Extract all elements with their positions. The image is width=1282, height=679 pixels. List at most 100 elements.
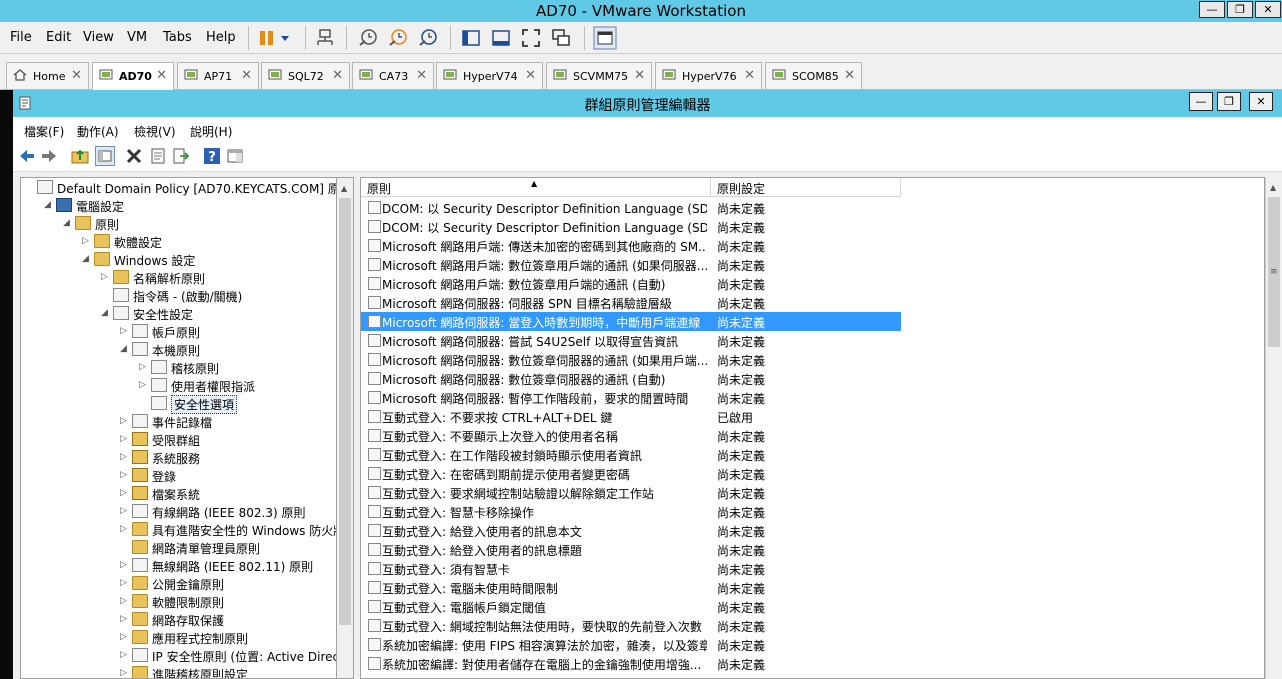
- menu-file[interactable]: File: [10, 30, 32, 45]
- sidebar-toggle-icon[interactable]: [460, 27, 482, 49]
- library-view-icon[interactable]: [593, 26, 617, 50]
- collapse-arrow-icon[interactable]: ◢: [44, 200, 54, 210]
- policy-row[interactable]: 互動式登入: 電腦未使用時間限制 尚未定義: [361, 578, 901, 597]
- tab-close-icon[interactable]: ✕: [634, 68, 645, 83]
- tab-hyperv76[interactable]: HyperV76 ✕: [655, 62, 762, 89]
- policy-row[interactable]: Microsoft 網路伺服器: 暫停工作階段前，要求的閒置時間 尚未定義: [361, 388, 901, 407]
- delete-icon[interactable]: [125, 147, 143, 165]
- forward-icon[interactable]: [40, 147, 58, 165]
- list-scrollbar-thumb[interactable]: ≡: [1268, 197, 1280, 347]
- collapse-arrow-icon[interactable]: ◢: [120, 344, 130, 354]
- properties-icon[interactable]: [149, 147, 167, 165]
- menu-tabs[interactable]: Tabs: [163, 30, 192, 45]
- network-icon[interactable]: [314, 27, 336, 49]
- expand-arrow-icon[interactable]: ▷: [120, 506, 130, 516]
- gp-menu-action[interactable]: 動作(A): [77, 123, 119, 140]
- expand-arrow-icon[interactable]: ▷: [120, 488, 130, 498]
- policy-row[interactable]: 互動式登入: 要求網域控制站驗證以解除鎖定工作站 尚未定義: [361, 483, 901, 502]
- policy-row[interactable]: 互動式登入: 給登入使用者的訊息本文 尚未定義: [361, 521, 901, 540]
- policy-row[interactable]: 互動式登入: 在工作階段被封鎖時顯示使用者資訊 尚未定義: [361, 445, 901, 464]
- snapshot-icon[interactable]: [357, 27, 379, 49]
- tree-vertical-scrollbar[interactable]: ▲: [337, 177, 354, 679]
- tree-scrollbar-thumb[interactable]: [339, 198, 351, 625]
- snapshot-manager-icon[interactable]: [417, 27, 439, 49]
- tab-close-icon[interactable]: ✕: [241, 68, 252, 83]
- expand-arrow-icon[interactable]: ▷: [120, 434, 130, 444]
- policy-row[interactable]: Microsoft 網路伺服器: 數位簽章伺服器的通訊 (如果用戶端... 尚未定…: [361, 350, 901, 369]
- tab-sql72[interactable]: SQL72 ✕: [261, 62, 350, 89]
- tab-close-icon[interactable]: ✕: [71, 68, 82, 83]
- tab-close-icon[interactable]: ✕: [416, 68, 427, 83]
- menu-help[interactable]: Help: [206, 30, 236, 45]
- menu-view[interactable]: View: [83, 30, 114, 45]
- show-hide-tree-icon[interactable]: [95, 146, 115, 166]
- expand-arrow-icon[interactable]: ▷: [139, 362, 149, 372]
- policy-row[interactable]: 互動式登入: 電腦帳戶鎖定閾值 尚未定義: [361, 597, 901, 616]
- tab-close-icon[interactable]: ✕: [156, 68, 167, 83]
- unity-icon[interactable]: [550, 27, 572, 49]
- expand-arrow-icon[interactable]: ▷: [120, 650, 130, 660]
- menu-vm[interactable]: VM: [127, 30, 147, 45]
- expand-arrow-icon[interactable]: ▷: [139, 380, 149, 390]
- console-view-icon[interactable]: [490, 27, 512, 49]
- tab-close-icon[interactable]: ✕: [525, 68, 536, 83]
- gp-minimize-button[interactable]: —: [1189, 92, 1213, 111]
- policy-row[interactable]: Microsoft 網路用戶端: 數位簽章用戶端的通訊 (如果伺服器... 尚未定…: [361, 255, 901, 274]
- policy-row[interactable]: 互動式登入: 在密碼到期前提示使用者變更密碼 尚未定義: [361, 464, 901, 483]
- tab-hyperv74[interactable]: HyperV74 ✕: [436, 62, 543, 89]
- tab-ap71[interactable]: AP71 ✕: [177, 62, 259, 89]
- tab-close-icon[interactable]: ✕: [844, 68, 855, 83]
- policy-row[interactable]: 互動式登入: 給登入使用者的訊息標題 尚未定義: [361, 540, 901, 559]
- tab-close-icon[interactable]: ✕: [332, 68, 343, 83]
- pause-icon[interactable]: [256, 27, 278, 49]
- policy-row[interactable]: 系統加密編譯: 使用 FIPS 相容演算法於加密，雜湊，以及簽章 尚未定義: [361, 635, 901, 654]
- expand-arrow-icon[interactable]: ▷: [120, 470, 130, 480]
- policy-row[interactable]: 互動式登入: 智慧卡移除操作 尚未定義: [361, 502, 901, 521]
- tab-scvmm75[interactable]: SCVMM75 ✕: [546, 62, 652, 89]
- vm-restore-button[interactable]: ❐: [1227, 1, 1253, 18]
- policy-row[interactable]: 互動式登入: 須有智慧卡 尚未定義: [361, 559, 901, 578]
- gp-menu-view[interactable]: 檢視(V): [134, 123, 176, 140]
- dropdown-arrow-icon[interactable]: [279, 27, 291, 49]
- policy-row[interactable]: Microsoft 網路伺服器: 嘗試 S4U2Self 以取得宣告資訊 尚未定義: [361, 331, 901, 350]
- policy-row[interactable]: DCOM: 以 Security Descriptor Definition L…: [361, 217, 901, 236]
- policy-row[interactable]: 互動式登入: 不要求按 CTRL+ALT+DEL 鍵 已啟用: [361, 407, 901, 426]
- scroll-up-arrow-icon[interactable]: ▲: [341, 184, 347, 193]
- vm-close-button[interactable]: ✕: [1255, 1, 1281, 18]
- policy-row[interactable]: Microsoft 網路用戶端: 數位簽章用戶端的通訊 (自動) 尚未定義: [361, 274, 901, 293]
- policy-row[interactable]: Microsoft 網路伺服器: 數位簽章伺服器的通訊 (自動) 尚未定義: [361, 369, 901, 388]
- policy-row[interactable]: Microsoft 網路伺服器: 伺服器 SPN 目標名稱驗證層級 尚未定義: [361, 293, 901, 312]
- gp-close-button[interactable]: ✕: [1249, 92, 1273, 111]
- tab-ca73[interactable]: CA73 ✕: [352, 62, 434, 89]
- expand-arrow-icon[interactable]: ▷: [101, 272, 111, 282]
- policy-row[interactable]: Microsoft 網路用戶端: 傳送未加密的密碼到其他廠商的 SM... 尚未定…: [361, 236, 901, 255]
- expand-arrow-icon[interactable]: ▷: [120, 632, 130, 642]
- collapse-arrow-icon[interactable]: ◢: [82, 254, 92, 264]
- policy-row[interactable]: 互動式登入: 網域控制站無法使用時，要快取的先前登入次數 尚未定義: [361, 616, 901, 635]
- expand-arrow-icon[interactable]: ▷: [82, 236, 92, 246]
- show-action-pane-icon[interactable]: [226, 147, 244, 165]
- scroll-up-arrow-icon[interactable]: ▲: [1270, 183, 1276, 192]
- expand-arrow-icon[interactable]: ▷: [120, 452, 130, 462]
- collapse-arrow-icon[interactable]: ◢: [101, 308, 111, 318]
- policy-row[interactable]: 系統加密編譯: 對使用者儲存在電腦上的金鑰強制使用增強... 尚未定義: [361, 654, 901, 673]
- column-header-setting[interactable]: 原則設定: [711, 178, 901, 197]
- expand-arrow-icon[interactable]: ▷: [120, 524, 130, 534]
- tab-close-icon[interactable]: ✕: [744, 68, 755, 83]
- expand-arrow-icon[interactable]: ▷: [120, 668, 130, 678]
- expand-arrow-icon[interactable]: ▷: [120, 416, 130, 426]
- help-icon[interactable]: ?: [203, 147, 221, 165]
- policy-row[interactable]: 互動式登入: 不要顯示上次登入的使用者名稱 尚未定義: [361, 426, 901, 445]
- back-icon[interactable]: [18, 147, 36, 165]
- up-folder-icon[interactable]: [71, 147, 89, 165]
- menu-edit[interactable]: Edit: [46, 30, 71, 45]
- fullscreen-icon[interactable]: [520, 27, 542, 49]
- gp-menu-file[interactable]: 檔案(F): [24, 123, 64, 140]
- expand-arrow-icon[interactable]: ▷: [120, 596, 130, 606]
- column-header-policy[interactable]: 原則 ▲: [361, 178, 711, 197]
- policy-row[interactable]: DCOM: 以 Security Descriptor Definition L…: [361, 198, 901, 217]
- export-list-icon[interactable]: [172, 147, 190, 165]
- expand-arrow-icon[interactable]: ▷: [120, 560, 130, 570]
- gp-menu-help[interactable]: 說明(H): [190, 123, 232, 140]
- expand-arrow-icon[interactable]: ▷: [120, 326, 130, 336]
